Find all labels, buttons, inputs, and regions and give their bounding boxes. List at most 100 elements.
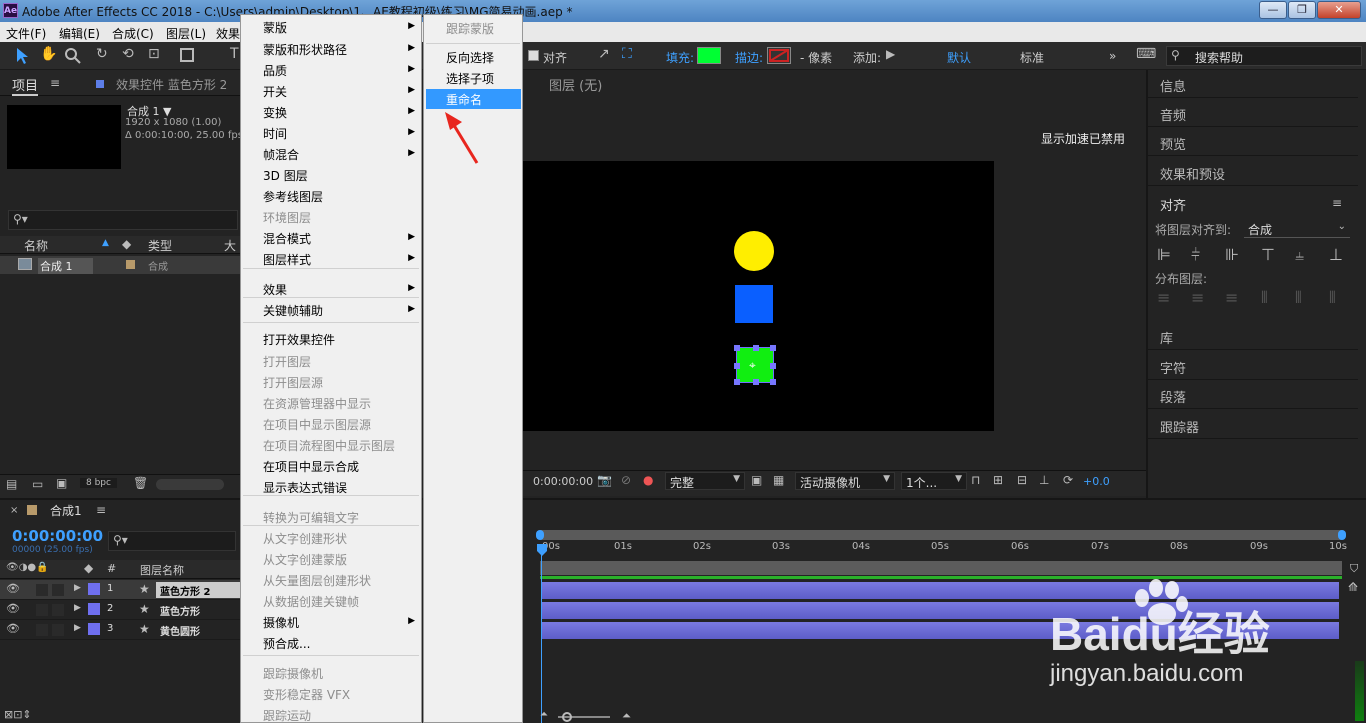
layer-name[interactable]: 黄色圆形 xyxy=(160,623,200,638)
panel-menu-icon[interactable]: ≡ xyxy=(96,503,106,517)
context-menu-item[interactable]: 显示表达式错误 xyxy=(263,479,413,496)
workspace-more[interactable]: » xyxy=(1109,49,1116,63)
menu-edit[interactable]: 编辑(E) xyxy=(59,25,100,42)
layer-name[interactable]: 蓝色方形 xyxy=(160,603,200,618)
submenu-item[interactable]: 反向选择 xyxy=(446,49,494,66)
align-left-icon[interactable]: ⊫ xyxy=(1157,245,1171,264)
show-snapshot-icon[interactable]: ⊘ xyxy=(621,473,631,487)
distribute-hcenter-icon[interactable]: ⫴ xyxy=(1295,288,1302,308)
distribute-right-icon[interactable]: ⫴ xyxy=(1329,288,1336,308)
timeline-icon[interactable]: ⊞ xyxy=(993,473,1003,487)
col-type[interactable]: 类型 xyxy=(148,237,172,254)
align-to-select[interactable]: 合成 ⌄ xyxy=(1244,220,1350,238)
workspace-default[interactable]: 默认 xyxy=(947,49,971,66)
panel-menu-icon[interactable]: ≡ xyxy=(1332,196,1342,210)
viewer-timecode[interactable]: 0:00:00:00 xyxy=(533,475,593,488)
panel-menu-icon[interactable]: ≡ xyxy=(50,76,60,90)
panel-effects-presets[interactable]: 效果和预设 xyxy=(1148,158,1358,186)
label-swatch[interactable] xyxy=(88,623,100,635)
submenu-item[interactable]: 选择子项 xyxy=(446,70,494,87)
work-area-end-handle[interactable] xyxy=(1338,530,1346,540)
selection-tool-icon[interactable] xyxy=(14,47,30,65)
blue-square-layer[interactable] xyxy=(735,285,773,323)
views-select[interactable]: 1个... ▼ xyxy=(901,472,967,490)
context-menu-item[interactable]: 帧混合 xyxy=(263,146,413,163)
playhead-handle-icon[interactable] xyxy=(536,543,548,557)
visibility-icon[interactable]: 👁 xyxy=(6,622,20,635)
close-button[interactable]: ✕ xyxy=(1317,1,1361,19)
layer-row-2[interactable]: 👁 ▶ 2 ★ 蓝色方形 xyxy=(0,600,240,620)
project-scrollbar[interactable] xyxy=(156,479,224,490)
col-name[interactable]: 名称 xyxy=(24,237,48,254)
align-bottom-icon[interactable]: ⊥ xyxy=(1329,245,1343,264)
rotate-tool-icon[interactable]: ↻ xyxy=(96,46,108,62)
transparency-grid-icon[interactable]: ▦ xyxy=(773,473,784,487)
pan-behind-tool-icon[interactable]: ⊡ xyxy=(148,46,160,62)
timeline-footer-icons[interactable]: ⊠⊡⇕ xyxy=(4,708,32,721)
selected-square-layer[interactable]: ⌖ xyxy=(734,345,776,385)
project-search-input[interactable]: ⚲▾ xyxy=(8,210,238,230)
add-play-icon[interactable]: ▶ xyxy=(886,47,895,61)
camera-select[interactable]: 活动摄像机 ▼ xyxy=(795,472,895,490)
panel-library[interactable]: 库 xyxy=(1148,322,1358,350)
work-area-start-handle[interactable] xyxy=(536,530,544,540)
menu-file[interactable]: 文件(F) xyxy=(6,25,46,42)
type-tool-icon[interactable]: T xyxy=(230,46,239,62)
align-top-icon[interactable]: ⊤ xyxy=(1261,245,1275,264)
comp-flowchart-icon[interactable]: ⊟ xyxy=(1017,473,1027,487)
sync-icon[interactable]: ⌨ xyxy=(1136,46,1156,62)
zoom-out-icon[interactable]: ⏶ xyxy=(540,709,548,720)
close-tab-icon[interactable]: × xyxy=(10,505,18,516)
snapshot-icon[interactable]: 📷 xyxy=(597,473,612,487)
distribute-bottom-icon[interactable]: ≡ xyxy=(1225,288,1238,307)
playhead[interactable] xyxy=(541,544,542,723)
comp-canvas[interactable]: ⌖ xyxy=(523,161,994,431)
panel-character[interactable]: 字符 xyxy=(1148,352,1358,380)
panel-paragraph[interactable]: 段落 xyxy=(1148,381,1358,409)
channel-icon[interactable]: ● xyxy=(643,473,653,487)
distribute-left-icon[interactable]: ⫴ xyxy=(1261,288,1268,308)
hand-tool-icon[interactable]: ✋ xyxy=(40,46,57,62)
help-search[interactable]: ⚲ 搜索帮助 xyxy=(1166,46,1362,66)
interpret-footage-icon[interactable]: ▤ xyxy=(6,477,17,491)
panel-info[interactable]: 信息 xyxy=(1148,70,1358,98)
new-folder-icon[interactable]: ▭ xyxy=(32,477,43,491)
context-menu-item[interactable]: 品质 xyxy=(263,62,413,79)
snap-icon[interactable]: ↗ xyxy=(598,46,610,62)
context-menu-item[interactable]: 时间 xyxy=(263,125,413,142)
bit-depth[interactable]: 8 bpc xyxy=(80,478,117,488)
col-layer-name[interactable]: 图层名称 xyxy=(140,562,184,578)
context-menu-item[interactable]: 打开效果控件 xyxy=(263,331,413,348)
context-menu-item[interactable]: 蒙版和形状路径 xyxy=(263,41,413,58)
minimize-button[interactable]: — xyxy=(1259,1,1287,19)
layer-row-3[interactable]: 👁 ▶ 3 ★ 黄色圆形 xyxy=(0,620,240,640)
context-menu-item[interactable]: 变换 xyxy=(263,104,413,121)
label-swatch[interactable] xyxy=(88,583,100,595)
expand-arrow-icon[interactable]: ▶ xyxy=(74,623,81,633)
panel-preview[interactable]: 预览 xyxy=(1148,128,1358,156)
context-menu-item[interactable]: 摄像机 xyxy=(263,614,413,631)
context-menu-item[interactable]: 预合成... xyxy=(263,635,413,652)
align-checkbox[interactable] xyxy=(528,50,539,61)
menu-composition[interactable]: 合成(C) xyxy=(112,25,154,42)
fill-swatch[interactable] xyxy=(697,47,721,64)
trash-icon[interactable]: 🗑 xyxy=(133,476,148,490)
rename-menu-item[interactable]: 重命名 xyxy=(446,91,482,108)
camera-tool-icon[interactable]: ⟲ xyxy=(122,46,134,62)
context-menu-item[interactable]: 效果 xyxy=(263,281,413,298)
tab-effect-controls[interactable]: 效果控件 蓝色方形 2 xyxy=(116,76,227,93)
resolution-select[interactable]: 完整 ▼ xyxy=(665,472,745,490)
context-menu-item[interactable]: 参考线图层 xyxy=(263,188,413,205)
exposure-value[interactable]: +0.0 xyxy=(1083,475,1110,488)
visibility-icon[interactable]: 👁 xyxy=(6,582,20,595)
expand-arrow-icon[interactable]: ▶ xyxy=(74,603,81,613)
timeline-timecode[interactable]: 0:00:00:00 xyxy=(12,527,103,545)
menu-effect[interactable]: 效果 xyxy=(216,25,240,42)
zoom-tool-icon[interactable] xyxy=(64,47,82,65)
flowchart-icon[interactable]: ⊥ xyxy=(1039,473,1049,487)
align-right-icon[interactable]: ⊪ xyxy=(1225,245,1239,264)
zoom-in-icon[interactable]: ⏶ xyxy=(622,709,631,723)
menu-layer[interactable]: 图层(L) xyxy=(166,25,206,42)
panel-tracker[interactable]: 跟踪器 xyxy=(1148,411,1358,439)
rectangle-tool-icon[interactable] xyxy=(180,48,194,62)
